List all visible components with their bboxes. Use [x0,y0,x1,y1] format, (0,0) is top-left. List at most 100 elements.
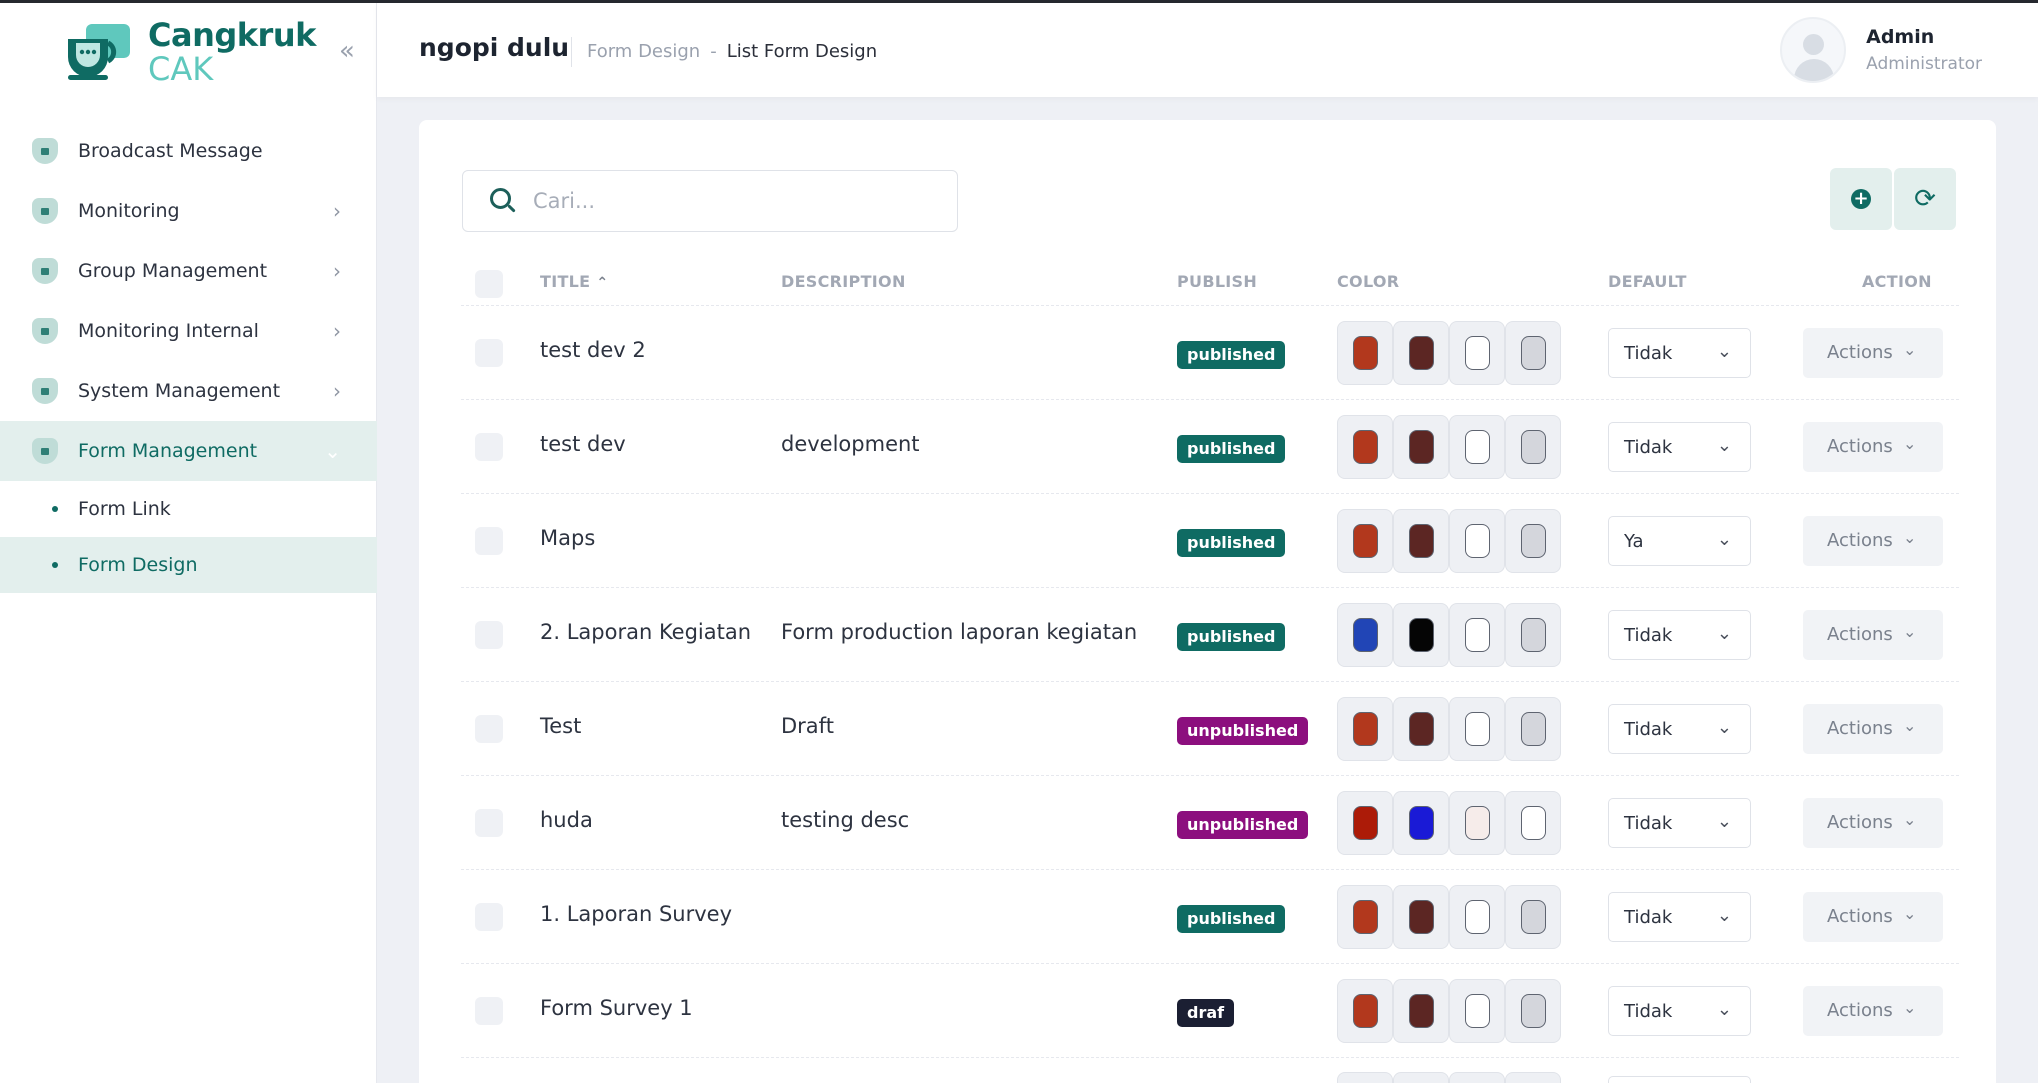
chevron-down-icon: ⌄ [1903,810,1917,829]
color-picker-0[interactable] [1337,509,1393,573]
actions-dropdown-button[interactable]: Actions ⌄ [1803,986,1943,1036]
search-box[interactable] [462,170,958,232]
user-menu[interactable]: Admin Administrator [1780,17,1982,83]
color-picker-2[interactable] [1449,979,1505,1043]
color-picker-3[interactable] [1505,321,1561,385]
color-picker-3[interactable] [1505,697,1561,761]
color-swatch [1520,524,1546,558]
color-swatch [1408,900,1434,934]
default-select[interactable] [1608,1076,1751,1083]
default-select[interactable]: Tidak ⌄ [1608,704,1751,754]
color-picker-2[interactable] [1449,791,1505,855]
color-picker-3[interactable] [1505,603,1561,667]
sidebar-item-form-management[interactable]: Form Management ⌄ [0,421,377,481]
sidebar-item-broadcast-message[interactable]: Broadcast Message [0,121,377,181]
color-picker-2[interactable] [1449,1072,1505,1083]
color-picker-3[interactable] [1505,415,1561,479]
sidebar-subitem-form-design[interactable]: Form Design [0,537,377,593]
actions-dropdown-button[interactable]: Actions ⌄ [1803,892,1943,942]
table-row: huda testing desc unpublished Tidak ⌄ Ac… [461,776,1959,870]
default-select[interactable]: Tidak ⌄ [1608,892,1751,942]
color-picker-1[interactable] [1393,321,1449,385]
row-checkbox[interactable] [475,433,503,461]
refresh-button[interactable]: ⟳ [1894,168,1956,230]
default-select[interactable]: Tidak ⌄ [1608,986,1751,1036]
color-picker-0[interactable] [1337,1072,1393,1083]
actions-dropdown-button[interactable]: Actions ⌄ [1803,704,1943,754]
default-select[interactable]: Tidak ⌄ [1608,798,1751,848]
color-picker-1[interactable] [1393,509,1449,573]
color-set [1337,509,1561,573]
color-picker-2[interactable] [1449,321,1505,385]
color-picker-0[interactable] [1337,321,1393,385]
color-picker-1[interactable] [1393,697,1449,761]
breadcrumb-link-form-design[interactable]: Form Design [587,41,700,62]
color-picker-1[interactable] [1393,415,1449,479]
color-picker-3[interactable] [1505,791,1561,855]
row-checkbox[interactable] [475,339,503,367]
select-all-checkbox[interactable] [475,270,503,298]
color-picker-2[interactable] [1449,603,1505,667]
color-picker-2[interactable] [1449,415,1505,479]
row-checkbox[interactable] [475,997,503,1025]
color-swatch [1464,524,1490,558]
color-picker-1[interactable] [1393,603,1449,667]
status-badge: draf [1177,999,1235,1027]
default-select-value: Tidak [1624,719,1673,740]
color-picker-0[interactable] [1337,415,1393,479]
actions-dropdown-button[interactable]: Actions ⌄ [1803,610,1943,660]
color-picker-3[interactable] [1505,509,1561,573]
refresh-icon: ⟳ [1914,184,1936,214]
color-swatch [1408,524,1434,558]
search-input[interactable] [533,189,933,213]
color-swatch [1408,712,1434,746]
shield-lock-icon [32,258,58,284]
color-picker-1[interactable] [1393,885,1449,949]
collapse-sidebar-icon[interactable]: « [332,37,362,67]
sidebar-item-monitoring[interactable]: Monitoring › [0,181,377,241]
color-picker-0[interactable] [1337,791,1393,855]
row-checkbox[interactable] [475,809,503,837]
row-checkbox[interactable] [475,903,503,931]
add-form-button[interactable]: + [1830,168,1892,230]
shield-lock-icon [32,438,58,464]
actions-dropdown-button[interactable]: Actions ⌄ [1803,328,1943,378]
default-select[interactable]: Tidak ⌄ [1608,328,1751,378]
actions-dropdown-button[interactable]: Actions ⌄ [1803,516,1943,566]
column-color-header: COLOR [1337,272,1400,291]
color-set [1337,321,1561,385]
color-picker-0[interactable] [1337,697,1393,761]
color-picker-1[interactable] [1393,1072,1449,1083]
color-picker-2[interactable] [1449,697,1505,761]
color-picker-2[interactable] [1449,885,1505,949]
row-checkbox[interactable] [475,715,503,743]
sidebar-subitem-form-link[interactable]: Form Link [0,481,377,537]
color-picker-1[interactable] [1393,791,1449,855]
column-title-header[interactable]: TITLE ⌃ [540,272,608,291]
actions-dropdown-button[interactable]: Actions ⌄ [1803,798,1943,848]
brand[interactable]: Cangkruk CAK [62,17,316,87]
color-picker-0[interactable] [1337,603,1393,667]
sidebar-item-system-management[interactable]: System Management › [0,361,377,421]
color-picker-3[interactable] [1505,885,1561,949]
sidebar-subitem-label: Form Link [78,498,171,520]
row-checkbox[interactable] [475,621,503,649]
color-picker-2[interactable] [1449,509,1505,573]
color-picker-0[interactable] [1337,885,1393,949]
color-picker-3[interactable] [1505,979,1561,1043]
chevron-down-icon: ⌄ [1903,434,1917,453]
color-picker-0[interactable] [1337,979,1393,1043]
default-select[interactable]: Tidak ⌄ [1608,610,1751,660]
color-picker-3[interactable] [1505,1072,1561,1083]
sidebar-item-group-management[interactable]: Group Management › [0,241,377,301]
avatar[interactable] [1780,17,1847,83]
actions-dropdown-button[interactable]: Actions ⌄ [1803,422,1943,472]
default-select[interactable]: Ya ⌄ [1608,516,1751,566]
row-checkbox[interactable] [475,527,503,555]
color-set [1337,979,1561,1043]
color-picker-1[interactable] [1393,979,1449,1043]
default-select[interactable]: Tidak ⌄ [1608,422,1751,472]
default-select-value: Tidak [1624,343,1673,364]
chevron-down-icon: ⌄ [1716,623,1732,644]
sidebar-item-monitoring-internal[interactable]: Monitoring Internal › [0,301,377,361]
